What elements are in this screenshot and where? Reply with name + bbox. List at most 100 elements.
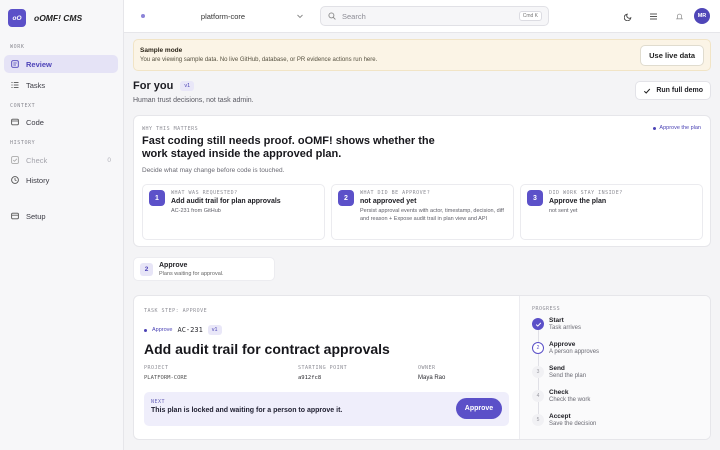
topbar: platform-core Search Cmd K MR bbox=[124, 0, 720, 33]
sidebar-item-review[interactable]: Review bbox=[4, 55, 118, 73]
status-badge: Approve bbox=[152, 327, 173, 333]
step-subtitle: A person approves bbox=[549, 349, 600, 355]
meta-label: OWNER bbox=[418, 365, 436, 371]
approve-plan-link-label: Approve the plan bbox=[659, 125, 701, 131]
banner-text: You are viewing sample data. No live Git… bbox=[140, 57, 378, 63]
sidebar: oO oOMF! CMS WORK Review Tasks CONTEXT C… bbox=[0, 0, 124, 450]
meta-value: Maya Rao bbox=[418, 375, 446, 381]
stage-subtitle: Plans waiting for approval. bbox=[159, 271, 224, 277]
question-number: 1 bbox=[149, 190, 165, 206]
progress-step-send: 3 Send Send the plan bbox=[532, 365, 702, 388]
sidebar-item-code[interactable]: Code bbox=[4, 113, 118, 131]
avatar[interactable]: MR bbox=[694, 8, 710, 24]
why-title: Fast coding still needs proof. oOMF! sho… bbox=[142, 135, 435, 160]
list-icon bbox=[11, 81, 19, 89]
task-status-row: Approve AC-231 v1 bbox=[144, 325, 222, 335]
sidebar-item-history[interactable]: History bbox=[4, 171, 118, 189]
question-detail: Persist approval events with actor, time… bbox=[360, 208, 504, 222]
why-card: WHY THIS MATTERS Approve the plan Fast c… bbox=[133, 115, 711, 247]
banner-title: Sample mode bbox=[140, 47, 183, 54]
version-badge: v1 bbox=[180, 81, 195, 91]
run-full-demo-button[interactable]: Run full demo bbox=[635, 81, 711, 100]
meta-value: PLATFORM-CORE bbox=[144, 375, 188, 381]
approve-button[interactable]: Approve bbox=[456, 398, 502, 419]
question-card: 2 WHAT DID BE APPROVE? not approved yet … bbox=[331, 184, 514, 240]
step-number: 4 bbox=[532, 390, 544, 402]
sidebar-item-label: Setup bbox=[26, 211, 46, 221]
setup-icon bbox=[11, 212, 19, 220]
approve-plan-link[interactable]: Approve the plan bbox=[653, 125, 701, 131]
progress-step-approve: 2 Approve A person approves bbox=[532, 341, 702, 364]
question-title: not approved yet bbox=[360, 198, 417, 205]
sidebar-item-check[interactable]: Check 0 bbox=[4, 151, 118, 169]
step-title: Start bbox=[549, 317, 564, 324]
step-number: 2 bbox=[532, 342, 544, 354]
code-icon bbox=[11, 118, 19, 126]
step-subtitle: Save the decision bbox=[549, 421, 597, 427]
check-icon bbox=[11, 156, 19, 164]
chevron-down-icon bbox=[297, 14, 303, 19]
task-main: TASK STEP: APPROVE Approve AC-231 v1 Add… bbox=[134, 296, 518, 439]
meta-project: PROJECT PLATFORM-CORE bbox=[144, 365, 187, 381]
check-icon bbox=[644, 88, 651, 94]
bell-icon bbox=[675, 13, 683, 19]
notifications-button[interactable] bbox=[674, 11, 684, 21]
question-label: DID WORK STAY INSIDE? bbox=[549, 190, 623, 196]
search-shortcut: Cmd K bbox=[518, 11, 542, 21]
stage-filter[interactable]: 2 Approve Plans waiting for approval. bbox=[133, 257, 275, 281]
section-label-context: CONTEXT bbox=[10, 103, 36, 109]
check-icon bbox=[532, 318, 544, 330]
run-full-demo-label: Run full demo bbox=[656, 87, 703, 94]
review-icon bbox=[11, 60, 19, 68]
theme-toggle[interactable] bbox=[623, 11, 633, 21]
step-title: Check bbox=[549, 389, 569, 396]
meta-owner: OWNER Maya Rao bbox=[418, 365, 445, 381]
next-label: NEXT bbox=[151, 399, 166, 405]
question-label: WHAT WAS REQUESTED? bbox=[171, 190, 238, 196]
step-number: 5 bbox=[532, 414, 544, 426]
stage-number: 2 bbox=[140, 263, 153, 276]
question-number: 2 bbox=[338, 190, 354, 206]
dot-icon bbox=[653, 126, 657, 130]
sidebar-item-setup[interactable]: Setup bbox=[4, 207, 118, 225]
page-title-text: For you bbox=[133, 80, 174, 92]
search-input[interactable]: Search Cmd K bbox=[320, 6, 549, 26]
status-dot-icon bbox=[144, 328, 147, 332]
sidebar-item-tasks[interactable]: Tasks bbox=[4, 76, 118, 94]
question-card: 3 DID WORK STAY INSIDE? Approve the plan… bbox=[520, 184, 703, 240]
project-select[interactable]: platform-core bbox=[133, 6, 313, 26]
sample-mode-banner: Sample mode You are viewing sample data.… bbox=[133, 39, 711, 71]
use-live-data-button[interactable]: Use live data bbox=[640, 45, 704, 66]
search-icon bbox=[328, 12, 336, 20]
meta-starting-point: STARTING POINT a912fc8 bbox=[298, 365, 347, 381]
check-count: 0 bbox=[107, 156, 111, 164]
sidebar-item-label: History bbox=[26, 175, 50, 185]
app-logo: oO bbox=[8, 9, 26, 27]
progress-panel: PROGRESS Start Task arrives 2 Approve A … bbox=[519, 296, 710, 439]
sidebar-item-label: Check bbox=[26, 155, 48, 165]
page-title: For you v1 bbox=[133, 80, 195, 92]
progress-label: PROGRESS bbox=[532, 306, 561, 312]
next-action-box: NEXT This plan is locked and waiting for… bbox=[144, 392, 509, 426]
moon-icon bbox=[623, 13, 631, 21]
version-badge: v1 bbox=[207, 325, 222, 335]
question-title: Add audit trail for plan approvals bbox=[171, 198, 281, 205]
task-title: Add audit trail for contract approvals bbox=[144, 341, 390, 357]
why-subtitle: Decide what may change before code is to… bbox=[142, 167, 285, 174]
progress-step-check: 4 Check Check the work bbox=[532, 389, 702, 412]
step-title: Accept bbox=[549, 413, 571, 420]
menu-button[interactable] bbox=[648, 11, 658, 21]
task-id: AC-231 bbox=[177, 326, 203, 334]
progress-step-accept: 5 Accept Save the decision bbox=[532, 413, 702, 436]
question-card: 1 WHAT WAS REQUESTED? Add audit trail fo… bbox=[142, 184, 325, 240]
question-label: WHAT DID BE APPROVE? bbox=[360, 190, 431, 196]
sidebar-item-label: Review bbox=[26, 59, 52, 69]
project-name: platform-core bbox=[200, 11, 246, 21]
task-step-label: TASK STEP: APPROVE bbox=[144, 308, 208, 314]
step-subtitle: Task arrives bbox=[549, 325, 582, 331]
sidebar-item-label: Tasks bbox=[26, 80, 46, 90]
next-text: This plan is locked and waiting for a pe… bbox=[151, 407, 343, 414]
meta-value: a912fc8 bbox=[298, 375, 322, 381]
brand[interactable]: oO oOMF! CMS bbox=[8, 9, 82, 27]
step-title: Approve bbox=[549, 341, 576, 348]
